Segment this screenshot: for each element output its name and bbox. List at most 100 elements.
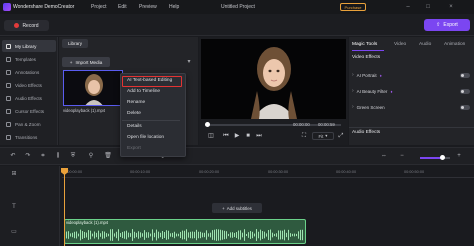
chevron-right-icon: › <box>352 72 354 78</box>
waveform-bar <box>74 231 75 239</box>
tab-audio[interactable]: Audio <box>419 41 431 49</box>
menu-preview[interactable]: Preview <box>139 3 157 11</box>
menu-item-add-to-timeline[interactable]: Add to Timeline <box>122 87 180 97</box>
menu-item-rename[interactable]: Rename <box>122 98 180 108</box>
record-icon <box>14 23 20 28</box>
timeline-ruler[interactable] <box>62 177 474 178</box>
audio-effects-icon <box>6 95 11 101</box>
zoom-slider-fill <box>420 157 442 159</box>
stop-icon[interactable]: ■ <box>244 132 252 140</box>
thumbnail-image <box>64 71 122 105</box>
add-track-icon[interactable]: ⊞ <box>10 170 18 178</box>
effect-ai-beauty-filter[interactable]: › AI Beauty Filter ♦ <box>352 86 470 96</box>
close-icon[interactable]: × <box>447 3 455 11</box>
import-media-button[interactable]: + Import Media <box>62 57 110 67</box>
redo-icon[interactable]: ↷ <box>24 152 32 160</box>
waveform-bar <box>270 229 271 241</box>
green-screen-toggle[interactable] <box>460 104 470 110</box>
ruler-label: 00:00:10:00 <box>130 170 151 174</box>
record-label: Record <box>22 22 39 29</box>
clip-waveform <box>66 229 303 241</box>
library-icon <box>6 43 11 49</box>
waveform-bar <box>208 233 209 237</box>
fit-timeline-icon[interactable]: ⇔ <box>380 152 388 160</box>
preview-settings-icon[interactable]: ⤢ <box>337 132 345 140</box>
sidebar-item-templates[interactable]: Templates <box>2 53 56 65</box>
zoom-in-icon[interactable]: + <box>455 152 463 160</box>
video-effects-icon <box>6 82 11 88</box>
waveform-bar <box>236 232 237 238</box>
menu-project[interactable]: Project <box>91 3 107 11</box>
sidebar-item-cursor-effects[interactable]: Cursor Effects <box>2 105 56 117</box>
sidebar-item-video-effects[interactable]: Video Effects <box>2 79 56 91</box>
marker-icon[interactable]: ⚲ <box>87 152 95 160</box>
effect-green-screen[interactable]: › Green Screen <box>352 102 470 112</box>
effect-ai-portrait[interactable]: › AI Portrait ♦ <box>352 70 470 80</box>
add-subtitles-button[interactable]: + Add subtitles <box>212 203 262 213</box>
menu-item-delete[interactable]: Delete <box>122 109 180 119</box>
waveform-bar <box>154 232 155 238</box>
ai-portrait-toggle[interactable] <box>460 72 470 78</box>
zoom-slider-knob[interactable] <box>440 155 445 160</box>
sidebar-item-pan-zoom[interactable]: Pan & Zoom <box>2 118 56 130</box>
waveform-bar <box>242 232 243 238</box>
fullscreen-icon[interactable]: ⛶ <box>300 132 308 140</box>
delete-icon[interactable]: 🗑 <box>104 152 112 160</box>
menu-help[interactable]: Help <box>169 3 179 11</box>
tab-library[interactable]: Library <box>62 39 88 48</box>
play-icon[interactable]: ▶ <box>233 132 241 140</box>
media-thumbnail[interactable] <box>63 70 123 106</box>
zoom-out-icon[interactable]: − <box>398 152 406 160</box>
waveform-bar <box>98 230 99 240</box>
plus-icon: + <box>69 59 73 65</box>
waveform-bar <box>256 229 257 241</box>
prev-frame-icon[interactable]: ⏮ <box>222 132 230 140</box>
waveform-bar <box>116 231 117 239</box>
waveform-bar <box>184 230 185 240</box>
export-button[interactable]: ⇧ Export <box>424 19 470 31</box>
sidebar-item-audio-effects[interactable]: Audio Effects <box>2 92 56 104</box>
waveform-bar <box>226 231 227 239</box>
shield-icon[interactable]: ⛨ <box>69 152 77 160</box>
transitions-icon <box>6 134 11 140</box>
waveform-bar <box>278 230 279 240</box>
waveform-bar <box>218 229 219 241</box>
crop-icon[interactable]: ⌗ <box>39 152 47 160</box>
playhead[interactable] <box>64 174 65 246</box>
project-title: Untitled Project <box>221 4 255 10</box>
sidebar-item-label: Cursor Effects <box>15 108 45 114</box>
tab-magic-tools[interactable]: Magic Tools <box>352 41 377 49</box>
waveform-bar <box>210 232 211 238</box>
menu-item-open-file-location[interactable]: Open file location <box>122 133 180 143</box>
waveform-bar <box>118 229 119 241</box>
menu-edit[interactable]: Edit <box>118 3 127 11</box>
ai-beauty-filter-toggle[interactable] <box>460 88 470 94</box>
tab-video[interactable]: Video <box>394 41 406 49</box>
split-icon[interactable]: ⫼ <box>54 152 62 160</box>
menu-item-details[interactable]: Details <box>122 122 180 132</box>
undo-icon[interactable]: ↶ <box>9 152 17 160</box>
waveform-bar <box>190 231 191 239</box>
sidebar-item-label: Transitions <box>15 134 38 140</box>
preview-progress-knob[interactable] <box>205 122 210 127</box>
waveform-bar <box>300 229 301 241</box>
sidebar-item-transitions[interactable]: Transitions <box>2 131 56 143</box>
record-button[interactable]: Record <box>4 20 49 31</box>
sidebar-item-annotations[interactable]: Annotations <box>2 66 56 78</box>
waveform-bar <box>88 230 89 240</box>
waveform-bar <box>92 233 93 237</box>
purchase-button[interactable]: Purchase <box>340 3 366 11</box>
waveform-bar <box>168 230 169 240</box>
next-frame-icon[interactable]: ⏭ <box>255 132 263 140</box>
waveform-bar <box>180 231 181 239</box>
maximize-icon[interactable]: □ <box>424 3 432 11</box>
waveform-bar <box>140 232 141 238</box>
sidebar-item-my-library[interactable]: My Library <box>2 40 56 52</box>
filter-icon[interactable]: ▾ <box>185 58 193 66</box>
tab-animation[interactable]: Animation <box>444 41 465 49</box>
minimize-icon[interactable]: – <box>404 3 412 11</box>
waveform-bar <box>186 229 187 241</box>
waveform-bar <box>162 230 163 240</box>
zoom-fit-select[interactable]: Fit ▾ <box>312 132 334 140</box>
screenshot-icon[interactable]: ◫ <box>207 132 215 140</box>
